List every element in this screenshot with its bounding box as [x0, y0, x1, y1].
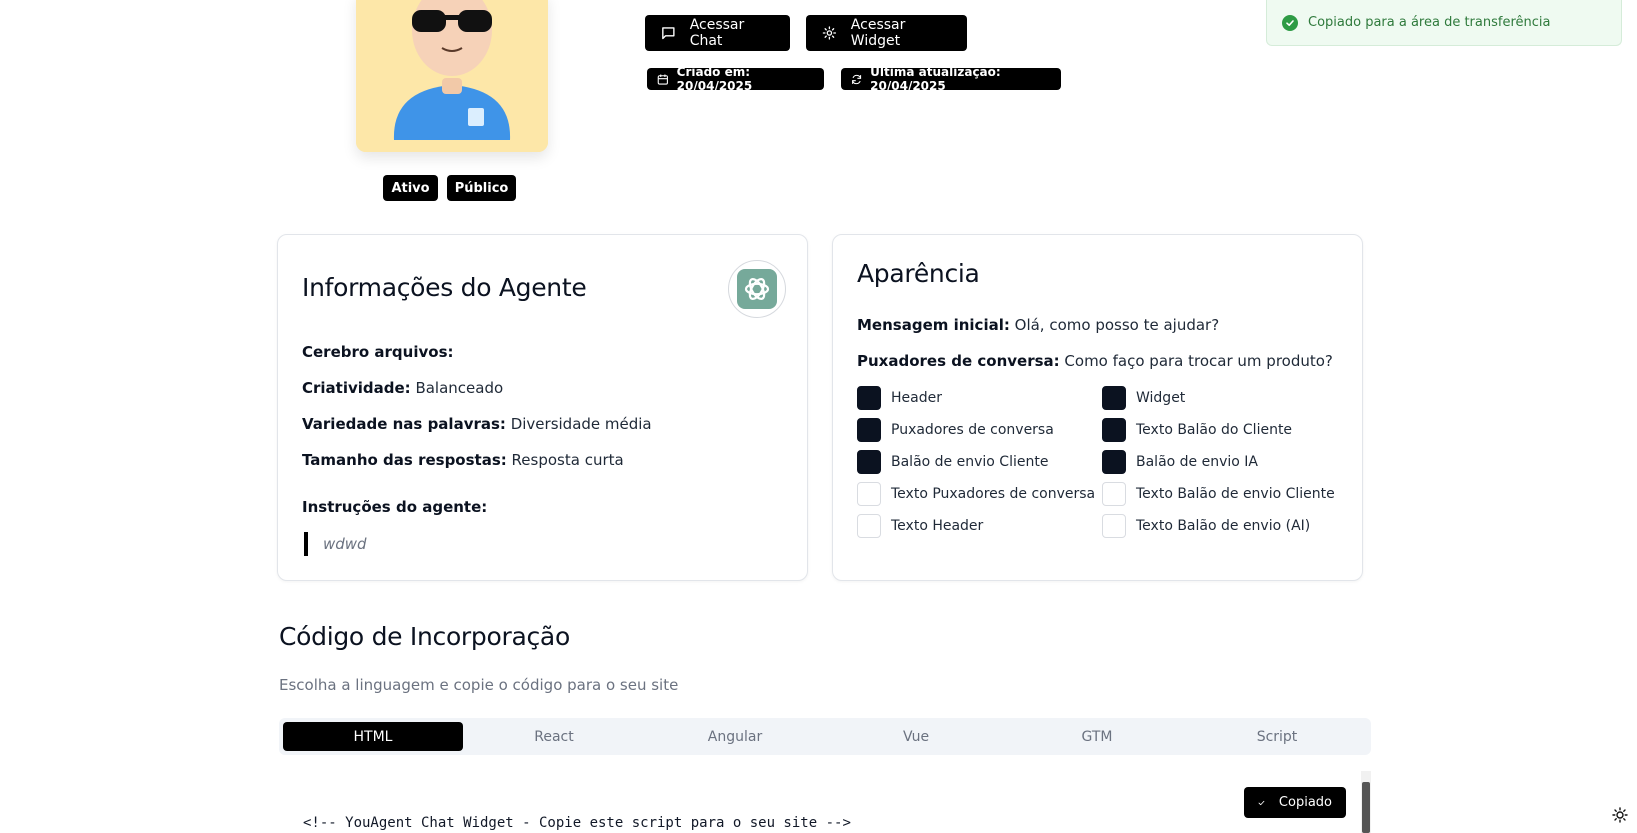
creativity-label: Criatividade: — [302, 379, 411, 397]
calendar-icon — [657, 74, 668, 85]
color-swatch — [1102, 482, 1126, 506]
pullers-row: Puxadores de conversa: Como faço para tr… — [857, 352, 1333, 370]
chat-bubble-icon — [662, 27, 675, 40]
color-item-client-send-bubble: Balão de envio Cliente — [857, 450, 1048, 474]
color-label: Balão de envio IA — [1136, 454, 1259, 470]
embed-subtitle: Escolha a linguagem e copie o código par… — [279, 676, 679, 694]
color-label: Widget — [1136, 390, 1186, 406]
color-label: Balão de envio Cliente — [891, 454, 1049, 470]
access-chat-label: Acessar Chat — [689, 17, 745, 49]
status-badge: Ativo — [383, 175, 438, 201]
color-swatch — [1102, 418, 1126, 442]
color-swatch — [857, 386, 881, 410]
appearance-title: Aparência — [857, 259, 980, 288]
color-item-pullers: Puxadores de conversa — [857, 418, 1054, 442]
copy-code-button[interactable]: Copiado — [1244, 787, 1346, 818]
instructions-value: wdwd — [323, 535, 367, 553]
copied-toast: Copiado para a área de transferência — [1266, 0, 1622, 46]
initial-message-value: Olá, como posso te ajudar? — [1014, 316, 1220, 334]
tab-script[interactable]: Script — [1187, 722, 1367, 751]
brain-files-label: Cerebro arquivos: — [302, 343, 454, 361]
color-label: Header — [891, 390, 942, 406]
color-label: Texto Puxadores de conversa — [891, 486, 1096, 502]
variety-row: Variedade nas palavras: Diversidade médi… — [302, 415, 652, 433]
color-label: Texto Balão de envio (AI) — [1136, 518, 1311, 534]
tab-html[interactable]: HTML — [283, 722, 463, 751]
creativity-value: Balanceado — [415, 379, 504, 397]
color-item-header: Header — [857, 386, 942, 410]
color-swatch — [1102, 514, 1126, 538]
tab-vue[interactable]: Vue — [826, 722, 1006, 751]
length-value: Resposta curta — [511, 451, 624, 469]
code-scrollbar-thumb[interactable] — [1362, 782, 1370, 833]
refresh-icon — [852, 74, 862, 84]
instructions-row: Instruções do agente: — [302, 498, 487, 516]
agent-avatar — [356, 0, 548, 152]
copy-code-label: Copiado — [1278, 795, 1332, 810]
tab-react[interactable]: React — [464, 722, 644, 751]
creativity-row: Criatividade: Balanceado — [302, 379, 503, 397]
pullers-label: Puxadores de conversa: — [857, 352, 1060, 370]
initial-message-row: Mensagem inicial: Olá, como posso te aju… — [857, 316, 1219, 334]
sun-icon — [1612, 807, 1628, 823]
color-item-widget: Widget — [1102, 386, 1185, 410]
color-swatch — [857, 514, 881, 538]
color-swatch — [1102, 386, 1126, 410]
color-item-client-bubble-text: Texto Balão do Cliente — [1102, 418, 1292, 442]
color-item-client-send-text: Texto Balão de envio Cliente — [1102, 482, 1335, 506]
length-label: Tamanho das respostas: — [302, 451, 507, 469]
language-tabs: HTML React Angular Vue GTM Script — [279, 718, 1371, 755]
toast-message: Copiado para a área de transferência — [1308, 15, 1551, 30]
color-item-header-text: Texto Header — [857, 514, 983, 538]
updated-date: Última atualização: 20/04/2025 — [841, 65, 1061, 93]
code-line: <!-- YouAgent Chat Widget - Copie este s… — [303, 815, 851, 831]
tab-gtm[interactable]: GTM — [1007, 722, 1187, 751]
variety-label: Variedade nas palavras: — [302, 415, 506, 433]
created-date-text: Criado em: 20/04/2025 — [676, 65, 753, 93]
tab-angular[interactable]: Angular — [645, 722, 825, 751]
access-widget-label: Acessar Widget — [850, 17, 906, 49]
openai-icon — [737, 269, 777, 309]
avatar-illustration — [356, 0, 548, 152]
color-swatch — [857, 482, 881, 506]
instructions-quote-bar — [304, 532, 308, 556]
color-item-pullers-text: Texto Puxadores de conversa — [857, 482, 1095, 506]
created-date: Criado em: 20/04/2025 — [647, 65, 824, 93]
color-swatch — [857, 450, 881, 474]
length-row: Tamanho das respostas: Resposta curta — [302, 451, 624, 469]
check-icon — [1258, 800, 1265, 805]
initial-message-label: Mensagem inicial: — [857, 316, 1010, 334]
color-swatch — [857, 418, 881, 442]
variety-value: Diversidade média — [510, 415, 652, 433]
brain-files-row: Cerebro arquivos: — [302, 343, 454, 361]
color-label: Texto Balão do Cliente — [1136, 422, 1293, 438]
pullers-value: Como faço para trocar um produto? — [1064, 352, 1333, 370]
access-chat-button[interactable]: Acessar Chat — [645, 15, 790, 51]
instructions-label: Instruções do agente: — [302, 498, 488, 516]
color-item-ai-send-text: Texto Balão de envio (AI) — [1102, 514, 1310, 538]
color-label: Texto Header — [891, 518, 984, 534]
check-circle-icon — [1282, 14, 1298, 31]
embed-title: Código de Incorporação — [279, 622, 570, 651]
color-swatch — [1102, 450, 1126, 474]
access-widget-button[interactable]: Acessar Widget — [806, 15, 967, 51]
visibility-badge: Público — [447, 175, 516, 201]
color-label: Texto Balão de envio Cliente — [1136, 486, 1335, 502]
agent-info-title: Informações do Agente — [302, 273, 587, 302]
gear-icon — [822, 26, 837, 40]
color-label: Puxadores de conversa — [891, 422, 1054, 438]
openai-logo — [728, 260, 786, 318]
updated-date-text: Última atualização: 20/04/2025 — [870, 65, 1001, 93]
theme-toggle-button[interactable] — [1611, 806, 1629, 824]
color-item-ai-send-bubble: Balão de envio IA — [1102, 450, 1258, 474]
